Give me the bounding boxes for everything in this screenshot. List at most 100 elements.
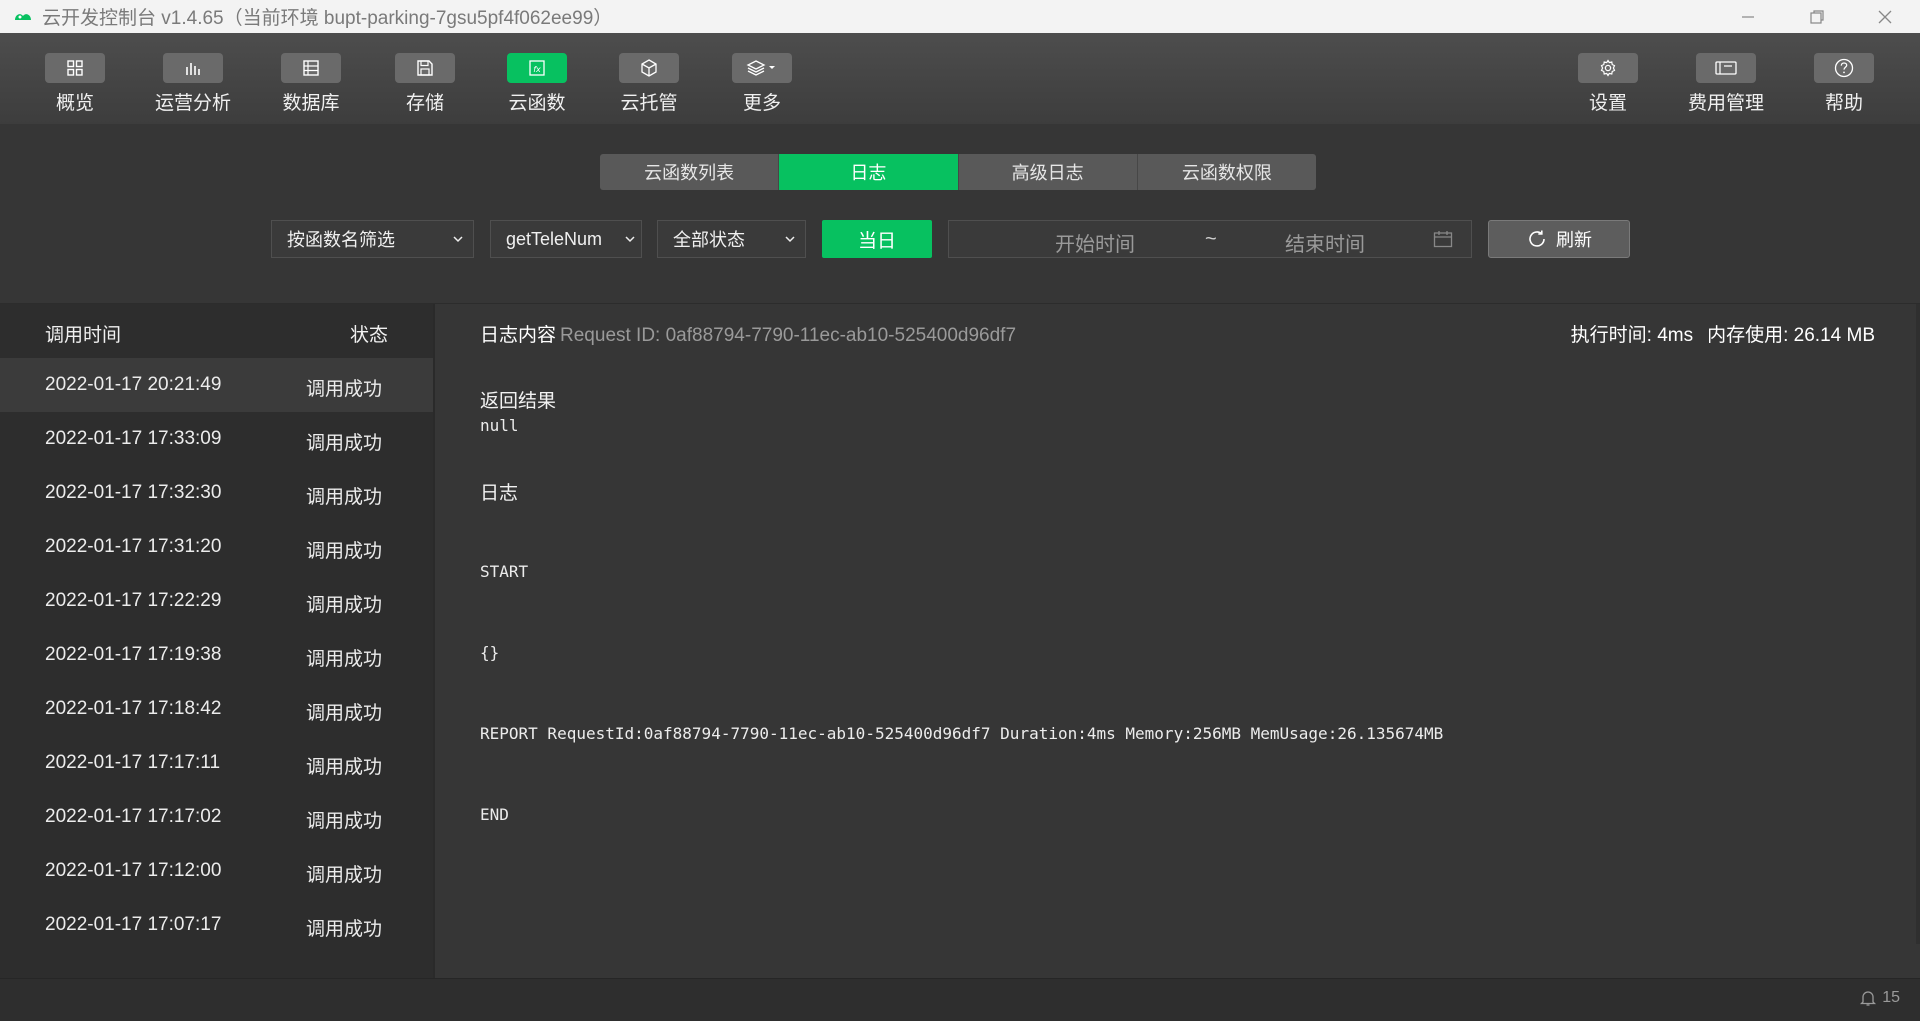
log-content-title: 日志内容 bbox=[480, 325, 557, 346]
toolbar-storage-label: 存储 bbox=[405, 93, 444, 114]
date-range-separator: ~ bbox=[1205, 228, 1217, 250]
invocation-status: 调用成功 bbox=[306, 865, 383, 886]
invocation-row[interactable]: 2022-01-17 17:12:00 调用成功 bbox=[0, 844, 433, 898]
filter-mode-value: 按函数名筛选 bbox=[287, 230, 395, 250]
calendar-icon[interactable] bbox=[1433, 230, 1453, 254]
log-scrollbar[interactable] bbox=[1916, 304, 1920, 944]
toolbar-overview-label: 概览 bbox=[55, 93, 94, 114]
cube-icon bbox=[641, 59, 657, 77]
toolbar-settings-button[interactable]: 设置 bbox=[1553, 53, 1663, 115]
save-disk-icon bbox=[417, 60, 433, 76]
database-icon bbox=[303, 60, 319, 76]
end-time-input[interactable]: 结束时间 bbox=[1285, 228, 1365, 257]
invocation-time: 2022-01-17 17:07:17 bbox=[45, 914, 222, 935]
invocation-row[interactable]: 2022-01-17 17:17:11 调用成功 bbox=[0, 736, 433, 790]
invocation-row[interactable]: 2022-01-17 17:22:29 调用成功 bbox=[0, 574, 433, 628]
request-id: Request ID: 0af88794-7790-11ec-ab10-5254… bbox=[560, 325, 1017, 346]
refresh-button[interactable]: 刷新 bbox=[1488, 220, 1630, 258]
invocation-time: 2022-01-17 17:18:42 bbox=[45, 698, 222, 719]
invocation-row[interactable]: 2022-01-17 17:17:02 调用成功 bbox=[0, 790, 433, 844]
billing-icon bbox=[1715, 61, 1737, 75]
toolbar-analytics-button[interactable]: 运营分析 bbox=[138, 53, 248, 115]
log-detail-panel: 日志内容 Request ID: 0af88794-7790-11ec-ab10-… bbox=[435, 304, 1920, 980]
close-window-button[interactable] bbox=[1850, 0, 1920, 33]
toolbar-billing-label: 费用管理 bbox=[1687, 93, 1764, 114]
layers-dropdown-icon bbox=[746, 60, 775, 76]
toolbar-settings-label: 设置 bbox=[1588, 93, 1627, 114]
tab-advanced-logs[interactable]: 高级日志 bbox=[958, 154, 1138, 190]
result-section-title: 返回结果 bbox=[480, 391, 557, 412]
tab-function-permissions[interactable]: 云函数权限 bbox=[1137, 154, 1316, 190]
window-title: 云开发控制台 v1.4.65（当前环境 bupt-parking-7gsu5pf… bbox=[42, 8, 613, 29]
function-fx-icon: fx bbox=[529, 60, 545, 76]
log-section-title: 日志 bbox=[480, 483, 519, 504]
invocation-status: 调用成功 bbox=[306, 379, 383, 400]
header-status: 状态 bbox=[350, 325, 389, 346]
function-name-value: getTeleNum bbox=[506, 228, 603, 249]
log-line: START bbox=[480, 562, 529, 581]
close-icon bbox=[1878, 10, 1892, 23]
main-content: 云函数列表 日志 高级日志 云函数权限 按函数名筛选 getTeleNum 全部… bbox=[0, 124, 1920, 980]
gear-icon bbox=[1600, 59, 1616, 77]
invocation-row[interactable]: 2022-01-17 17:19:38 调用成功 bbox=[0, 628, 433, 682]
status-bar: 15 bbox=[0, 978, 1920, 1021]
status-value: 全部状态 bbox=[673, 230, 745, 250]
notifications-button[interactable]: 15 bbox=[1859, 989, 1900, 1007]
tab-function-list[interactable]: 云函数列表 bbox=[600, 154, 780, 190]
bell-icon bbox=[1860, 991, 1877, 1006]
log-line: END bbox=[480, 805, 509, 824]
main-toolbar: 概览 运营分析 数据库 存储 fx 云函数 云托管 更多 设置 费用管理 帮助 bbox=[0, 33, 1920, 125]
invocation-time: 2022-01-17 20:21:49 bbox=[45, 374, 222, 395]
invocation-time: 2022-01-17 17:22:29 bbox=[45, 590, 222, 611]
invocation-row[interactable]: 2022-01-17 17:32:30 调用成功 bbox=[0, 466, 433, 520]
tab-logs[interactable]: 日志 bbox=[779, 154, 959, 190]
log-line: {} bbox=[480, 643, 500, 662]
toolbar-cloud-function-button[interactable]: fx 云函数 bbox=[482, 53, 592, 115]
function-name-select[interactable]: getTeleNum bbox=[490, 220, 642, 258]
invocation-row[interactable]: 2022-01-17 17:18:42 调用成功 bbox=[0, 682, 433, 736]
refresh-icon bbox=[1529, 230, 1545, 247]
bar-chart-icon bbox=[186, 63, 200, 75]
toolbar-database-button[interactable]: 数据库 bbox=[256, 53, 366, 115]
invocation-list: 调用时间 状态 2022-01-17 20:21:49 调用成功 2022-01-… bbox=[0, 304, 433, 980]
invocation-status: 调用成功 bbox=[306, 757, 383, 778]
today-button[interactable]: 当日 bbox=[822, 220, 932, 258]
toolbar-cloud-function-label: 云函数 bbox=[508, 93, 566, 114]
invocation-list-header: 调用时间 状态 bbox=[0, 304, 433, 358]
toolbar-storage-button[interactable]: 存储 bbox=[370, 53, 480, 115]
refresh-label: 刷新 bbox=[1556, 230, 1592, 250]
execution-time: 执行时间: 4ms bbox=[1570, 325, 1694, 346]
help-circle-icon bbox=[1834, 58, 1854, 78]
invocation-row[interactable]: 2022-01-17 17:33:09 调用成功 bbox=[0, 412, 433, 466]
invocation-status: 调用成功 bbox=[306, 595, 383, 616]
date-range-picker[interactable]: 开始时间 ~ 结束时间 bbox=[948, 220, 1472, 258]
restore-icon bbox=[1810, 9, 1824, 24]
invocation-time: 2022-01-17 17:33:09 bbox=[45, 428, 222, 449]
start-time-input[interactable]: 开始时间 bbox=[1055, 228, 1135, 257]
invocation-status: 调用成功 bbox=[306, 811, 383, 832]
invocation-row[interactable]: 2022-01-17 20:21:49 调用成功 bbox=[0, 358, 433, 412]
title-bar: 云开发控制台 v1.4.65（当前环境 bupt-parking-7gsu5pf… bbox=[0, 0, 1920, 33]
log-header: 日志内容 Request ID: 0af88794-7790-11ec-ab10-… bbox=[480, 320, 1016, 347]
toolbar-cloud-hosting-button[interactable]: 云托管 bbox=[594, 53, 704, 115]
svg-text:fx: fx bbox=[533, 65, 541, 74]
invocation-time: 2022-01-17 17:32:30 bbox=[45, 482, 222, 503]
toolbar-overview-button[interactable]: 概览 bbox=[20, 53, 130, 115]
toolbar-help-button[interactable]: 帮助 bbox=[1789, 53, 1899, 115]
invocation-row[interactable]: 2022-01-17 17:07:17 调用成功 bbox=[0, 898, 433, 952]
status-select[interactable]: 全部状态 bbox=[657, 220, 806, 258]
chevron-down-icon bbox=[443, 235, 473, 243]
invocation-row[interactable]: 2022-01-17 17:31:20 调用成功 bbox=[0, 520, 433, 574]
minimize-button[interactable] bbox=[1713, 0, 1783, 33]
minimize-icon bbox=[1742, 15, 1754, 18]
toolbar-more-button[interactable]: 更多 bbox=[707, 53, 817, 115]
restore-button[interactable] bbox=[1782, 0, 1852, 33]
toolbar-billing-button[interactable]: 费用管理 bbox=[1671, 53, 1781, 115]
invocation-status: 调用成功 bbox=[306, 703, 383, 724]
toolbar-cloud-hosting-label: 云托管 bbox=[620, 93, 678, 114]
log-lines: START {} REPORT RequestId:0af88794-7790-… bbox=[480, 504, 1443, 882]
filter-mode-select[interactable]: 按函数名筛选 bbox=[271, 220, 474, 258]
toolbar-database-label: 数据库 bbox=[282, 93, 340, 114]
app-logo-icon bbox=[10, 4, 36, 30]
log-line: REPORT RequestId:0af88794-7790-11ec-ab10… bbox=[480, 724, 1444, 743]
